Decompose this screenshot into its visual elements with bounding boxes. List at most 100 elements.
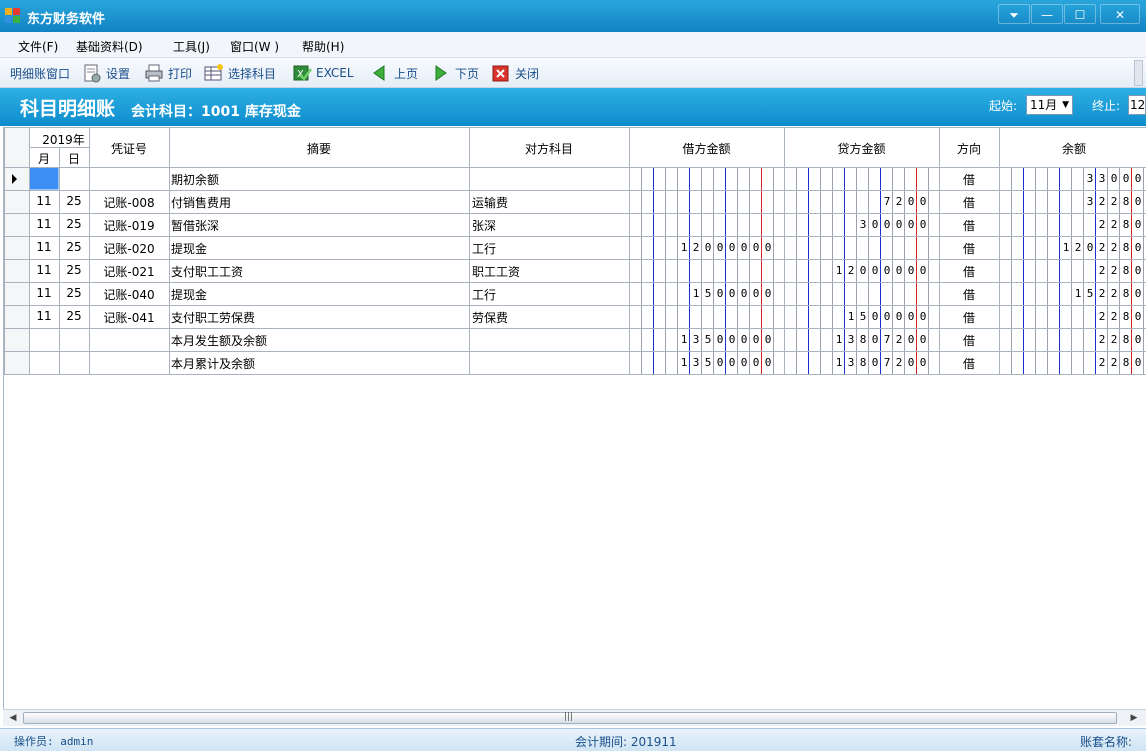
window-minimize-button[interactable]: — (1031, 4, 1063, 24)
cell-balance-digit: 2 (1098, 333, 1106, 346)
excel-button-label: EXCEL (316, 66, 354, 80)
cell-credit-digit: 0 (919, 218, 927, 231)
cell-debit-digit: 0 (740, 333, 748, 346)
cell-debit-digit: 1 (680, 333, 688, 346)
arrow-right-icon (431, 63, 451, 83)
report-subject: 会计科目：1001 库存现金 (131, 104, 301, 120)
cell-credit-digit: 8 (859, 333, 867, 346)
print-button[interactable]: 打印 (144, 63, 192, 83)
setup-button[interactable]: 设置 (82, 63, 130, 83)
cell-balance-digit: 2 (1110, 287, 1118, 300)
cell-credit-digit: 3 (859, 218, 867, 231)
cell-counter-account: 工行 (472, 288, 497, 302)
cell-credit-digit: 0 (919, 264, 927, 277)
select-subject-button[interactable]: 选择科目 (204, 63, 276, 83)
cell-credit-digit: 0 (919, 333, 927, 346)
cell-credit-digit: 0 (883, 218, 891, 231)
cell-summary: 提现金 (171, 242, 208, 256)
window-dropdown-button[interactable]: ⏷ (998, 4, 1030, 24)
cell-credit-digit: 0 (907, 218, 915, 231)
cell-direction: 借 (962, 334, 975, 348)
end-month-select[interactable]: 12 (1128, 95, 1146, 115)
cell-debit-digit: 0 (716, 241, 724, 254)
cell-balance-digit: 2 (1098, 241, 1106, 254)
cell-balance-digit: 0 (1086, 241, 1094, 254)
cell-voucher: 记账-019 (103, 219, 155, 233)
cell-summary: 本月发生额及余额 (171, 334, 268, 348)
cell-direction: 借 (962, 219, 975, 233)
header-counter-account: 对方科目 (524, 142, 573, 156)
close-report-button[interactable]: 关闭 (491, 63, 539, 83)
cell-balance-digit: 2 (1074, 241, 1082, 254)
cell-month: 11 (36, 286, 52, 300)
excel-button[interactable]: X EXCEL (292, 63, 354, 83)
window-title: 东方财务软件 (27, 12, 106, 27)
toolbar-scrollbar[interactable] (1134, 60, 1143, 86)
cell-credit-digit: 2 (895, 195, 903, 208)
cell-counter-account: 张深 (472, 219, 497, 233)
cell-balance-digit: 2 (1098, 264, 1106, 277)
cell-balance-digit: 2 (1098, 310, 1106, 323)
cell-credit-digit: 0 (907, 195, 915, 208)
cell-direction: 借 (962, 265, 975, 279)
cell-voucher: 记账-021 (103, 265, 155, 279)
cell-balance-digit: 0 (1134, 310, 1142, 323)
prev-page-button[interactable]: 上页 (370, 63, 418, 83)
status-bar: 操作员: admin 会计期间: 201911 账套名称: 东 (0, 728, 1146, 751)
start-month-select[interactable]: 11月 ▼ (1026, 95, 1073, 115)
menu-window[interactable]: 窗口(W ) (230, 38, 279, 55)
cell-balance-digit: 0 (1134, 195, 1142, 208)
cell-balance-digit: 3 (1086, 195, 1094, 208)
header-voucher: 凭证号 (110, 142, 147, 156)
cell-balance-digit: 2 (1110, 333, 1118, 346)
cell-balance-digit: 0 (1134, 333, 1142, 346)
scroll-left-icon[interactable]: ◀ (6, 712, 20, 724)
window-close-button[interactable]: ✕ (1100, 4, 1140, 24)
cell-credit-digit: 2 (895, 333, 903, 346)
cell-balance-digit: 3 (1086, 172, 1094, 185)
cell-debit-digit: 3 (692, 333, 700, 346)
cell-balance-digit: 2 (1110, 241, 1118, 254)
setup-button-label: 设置 (106, 66, 131, 81)
scrollbar-thumb[interactable]: ||| (23, 712, 1117, 724)
header-balance: 余额 (1061, 142, 1086, 156)
close-report-button-label: 关闭 (515, 66, 540, 81)
cell-day: 25 (66, 240, 82, 254)
document-gear-icon (82, 63, 102, 83)
table-select-icon (204, 63, 224, 83)
menu-file[interactable]: 文件(F) (18, 38, 58, 55)
cell-credit-digit: 0 (871, 310, 879, 323)
menu-tools[interactable]: 工具(J) (173, 38, 210, 55)
title-bar: 东方财务软件 ⏷ — ☐ ✕ (0, 0, 1146, 32)
cell-counter-account: 运输费 (472, 196, 509, 210)
ledger-grid: 2019年 月 日 凭证号 摘要 对方科目 借方金额 贷方金额 方向 余额 期初… (3, 127, 1146, 709)
cell-credit-digit: 0 (919, 310, 927, 323)
horizontal-scrollbar[interactable]: ◀ ||| ▶ (3, 709, 1146, 726)
cell-balance-digit: 0 (1134, 218, 1142, 231)
cell-credit-digit: 3 (847, 356, 855, 369)
cell-credit-digit: 1 (835, 356, 843, 369)
grip-icon: ||| (564, 712, 574, 722)
printer-icon (144, 63, 164, 83)
cell-debit-digit: 0 (752, 356, 760, 369)
cell-debit-digit: 3 (692, 356, 700, 369)
cell-debit-digit: 0 (716, 333, 724, 346)
cell-voucher: 记账-020 (103, 242, 155, 256)
cell-balance-digit: 2 (1098, 195, 1106, 208)
selected-cell[interactable] (29, 167, 59, 190)
window-maximize-button[interactable]: ☐ (1064, 4, 1096, 24)
cell-credit-digit: 0 (895, 218, 903, 231)
menu-basic-data[interactable]: 基础资料(D) (76, 38, 143, 55)
cell-day: 25 (66, 286, 82, 300)
cell-debit-digit: 0 (764, 333, 772, 346)
cell-summary: 暂借张深 (171, 219, 220, 233)
cell-credit-digit: 8 (859, 356, 867, 369)
cell-credit-digit: 0 (871, 356, 879, 369)
cell-credit-digit: 3 (847, 333, 855, 346)
menu-help[interactable]: 帮助(H) (302, 38, 344, 55)
cell-voucher: 记账-008 (103, 196, 155, 210)
next-page-button[interactable]: 下页 (431, 63, 479, 83)
cell-month: 11 (36, 194, 52, 208)
cell-day: 25 (66, 194, 82, 208)
scroll-right-icon[interactable]: ▶ (1127, 712, 1141, 724)
